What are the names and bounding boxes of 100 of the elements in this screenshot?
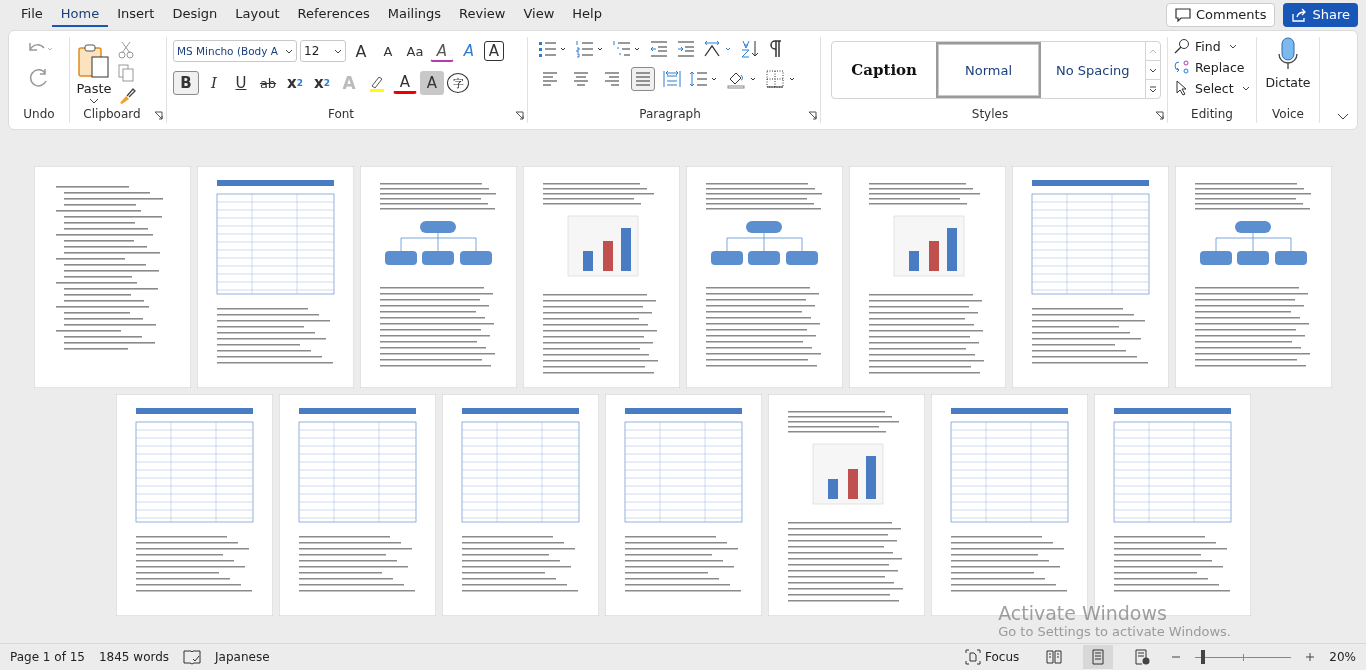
caret-icon: [89, 97, 99, 104]
borders-icon[interactable]: [765, 69, 797, 89]
replace-button[interactable]: Replace: [1174, 58, 1250, 76]
highlighter-icon: [368, 74, 386, 92]
font-tool-button[interactable]: x$^{2}$: [310, 71, 334, 95]
caret-icon: [1228, 43, 1237, 49]
word-count[interactable]: 1845 words: [98, 650, 170, 664]
style-item[interactable]: No Spacing: [1040, 42, 1145, 98]
ribbon-tab[interactable]: Mailings: [378, 2, 451, 27]
ribbon-tab[interactable]: Insert: [108, 2, 164, 27]
font-tool-button[interactable]: A: [484, 41, 504, 61]
group-label: Clipboard: [82, 107, 142, 123]
caret-icon: [285, 48, 293, 54]
sort-icon[interactable]: [740, 39, 760, 59]
group-label: Styles: [970, 107, 1010, 123]
page-thumbnail[interactable]: [523, 166, 680, 388]
font-tool-button[interactable]: A: [393, 72, 417, 94]
language-indicator[interactable]: Japanese: [215, 650, 270, 664]
pilcrow-icon[interactable]: [767, 39, 783, 59]
font-tool-button[interactable]: A: [430, 40, 454, 62]
numbered-list-icon[interactable]: [575, 39, 605, 59]
dialog-launcher-icon[interactable]: [1155, 111, 1164, 120]
copy-icon[interactable]: [118, 64, 134, 82]
page-thumbnail[interactable]: [360, 166, 517, 388]
share-icon: [1291, 7, 1308, 22]
group-label: Editing: [1190, 107, 1234, 123]
page-thumbnail[interactable]: [197, 166, 354, 388]
bullet-list-icon[interactable]: [538, 39, 568, 59]
caret-icon: [334, 48, 342, 54]
increase-indent-icon[interactable]: [676, 39, 696, 59]
redo-icon[interactable]: [28, 67, 50, 89]
ribbon-tab[interactable]: File: [12, 2, 52, 27]
comment-icon: [1175, 7, 1191, 22]
page-thumbnail[interactable]: [115, 394, 273, 616]
page-thumbnail[interactable]: [441, 394, 599, 616]
share-button[interactable]: Share: [1283, 2, 1358, 27]
page-thumbnail[interactable]: [767, 394, 925, 616]
replace-icon: [1174, 59, 1190, 75]
font-tool-button[interactable]: B: [173, 71, 199, 95]
font-tool-button[interactable]: A: [420, 71, 444, 95]
text-direction-icon[interactable]: [703, 39, 733, 59]
page-thumbnail[interactable]: [849, 166, 1006, 388]
style-item[interactable]: Caption: [832, 42, 937, 98]
ribbon-tab[interactable]: Home: [51, 2, 109, 27]
font-tool-button[interactable]: I: [202, 71, 226, 95]
paintbrush-icon[interactable]: [118, 87, 136, 105]
dialog-launcher-icon[interactable]: [154, 111, 163, 120]
activation-watermark-text: Go to Settings to activate Windows.: [998, 624, 1231, 639]
ribbon-tab[interactable]: Help: [563, 2, 611, 27]
font-tool-button[interactable]: U: [229, 71, 253, 95]
font-tool-button[interactable]: A: [376, 39, 400, 63]
decrease-indent-icon[interactable]: [649, 39, 669, 59]
focus-frame-icon: [965, 649, 982, 665]
distributed-icon[interactable]: [662, 69, 682, 89]
zoom-level[interactable]: 20%: [1329, 650, 1356, 664]
multilevel-list-icon[interactable]: [612, 39, 642, 59]
font-tool-button[interactable]: Aa: [403, 39, 427, 63]
ribbon-tab[interactable]: Layout: [226, 2, 289, 27]
collapse-ribbon-icon[interactable]: [1337, 113, 1349, 121]
group-label: Font: [326, 107, 356, 123]
find-button[interactable]: Find: [1174, 37, 1250, 55]
select-button[interactable]: Select: [1174, 79, 1250, 97]
font-size-field[interactable]: 12: [300, 40, 346, 62]
font-name-field[interactable]: MS Mincho (Body A: [173, 40, 297, 62]
line-spacing-icon[interactable]: [689, 69, 719, 89]
focus-button[interactable]: Focus: [959, 648, 1026, 666]
page-thumbnail[interactable]: [1175, 166, 1332, 388]
page-thumbnail[interactable]: [604, 394, 762, 616]
align-lines-icon: [541, 71, 559, 87]
page-thumbnail[interactable]: [686, 166, 843, 388]
page-thumbnail[interactable]: [34, 166, 191, 388]
dictate-button[interactable]: Dictate: [1265, 37, 1311, 107]
page-thumbnail[interactable]: [1012, 166, 1169, 388]
search-icon: [1174, 38, 1190, 54]
font-tool-button[interactable]: ab: [256, 71, 280, 95]
scissors-icon[interactable]: [118, 41, 134, 59]
dialog-launcher-icon[interactable]: [808, 111, 817, 120]
zoom-in-icon[interactable]: [1305, 652, 1316, 662]
align-button[interactable]: [631, 67, 655, 91]
ribbon-tab[interactable]: Design: [163, 2, 227, 27]
align-lines-icon: [603, 71, 621, 87]
comments-button[interactable]: Comments: [1166, 2, 1276, 27]
paste-button[interactable]: Paste: [76, 42, 112, 104]
clipboard-icon: [76, 42, 112, 79]
proofing-book-icon[interactable]: [183, 649, 202, 665]
ribbon-tab[interactable]: Review: [450, 2, 515, 27]
group-label: Voice: [1271, 107, 1305, 123]
font-tool-button[interactable]: A: [349, 39, 373, 63]
print-layout-icon[interactable]: [1083, 645, 1114, 669]
align-lines-icon: [572, 71, 590, 87]
zoom-slider-thumb[interactable]: [1201, 650, 1205, 664]
style-item[interactable]: Normal: [936, 42, 1041, 98]
ribbon-tab[interactable]: View: [514, 2, 564, 27]
dialog-launcher-icon[interactable]: [515, 111, 524, 120]
page-count[interactable]: Page 1 of 15: [10, 650, 85, 664]
align-lines-icon: [634, 71, 652, 87]
ribbon-tab[interactable]: References: [288, 2, 379, 27]
page-thumbnail[interactable]: [278, 394, 436, 616]
microphone-icon: [1277, 37, 1299, 71]
font-tool-button[interactable]: A: [457, 39, 481, 63]
